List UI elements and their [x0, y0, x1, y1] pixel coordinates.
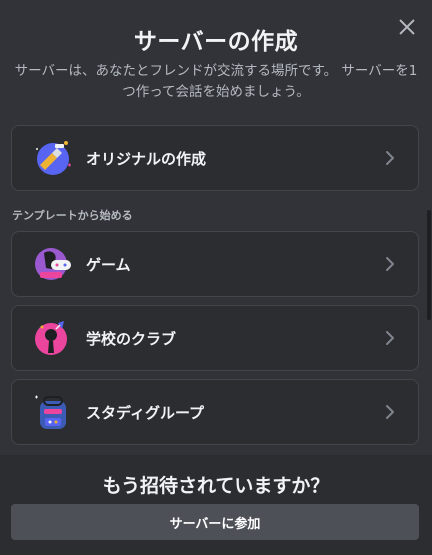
create-server-modal: サーバーの作成 サーバーは、あなたとフレンドが交流する場所です。 サーバーを1つ… — [0, 0, 432, 555]
gaming-icon — [30, 241, 76, 287]
join-server-button[interactable]: サーバーに参加 — [11, 504, 419, 540]
templates-section-label: テンプレートから始める — [12, 209, 133, 222]
create-own-option[interactable]: オリジナルの作成 — [11, 125, 419, 191]
school-club-icon — [30, 315, 76, 361]
chevron-right-icon — [380, 148, 400, 168]
template-study-group-label: スタディグループ — [86, 403, 205, 422]
chevron-right-icon — [380, 254, 400, 274]
create-own-server-icon — [30, 135, 76, 181]
chevron-right-icon — [380, 402, 400, 422]
chevron-right-icon — [380, 328, 400, 348]
template-study-group-option[interactable]: スタディグループ — [11, 379, 419, 445]
modal-title: サーバーの作成 — [133, 29, 299, 55]
modal-footer: もう招待されていますか？ サーバーに参加 — [0, 455, 432, 555]
template-school-club-label: 学校のクラブ — [86, 329, 177, 348]
template-gaming-label: ゲーム — [86, 255, 131, 274]
template-gaming-option[interactable]: ゲーム — [11, 231, 419, 297]
template-school-club-option[interactable]: 学校のクラブ — [11, 305, 419, 371]
modal-description: サーバーは、あなたとフレンドが交流する場所です。 サーバーを1つ作って会話を始め… — [14, 63, 418, 100]
create-own-label: オリジナルの作成 — [86, 149, 207, 168]
study-group-icon — [30, 389, 76, 435]
scrollbar[interactable] — [427, 210, 431, 320]
footer-title: もう招待されていますか？ — [102, 475, 330, 497]
